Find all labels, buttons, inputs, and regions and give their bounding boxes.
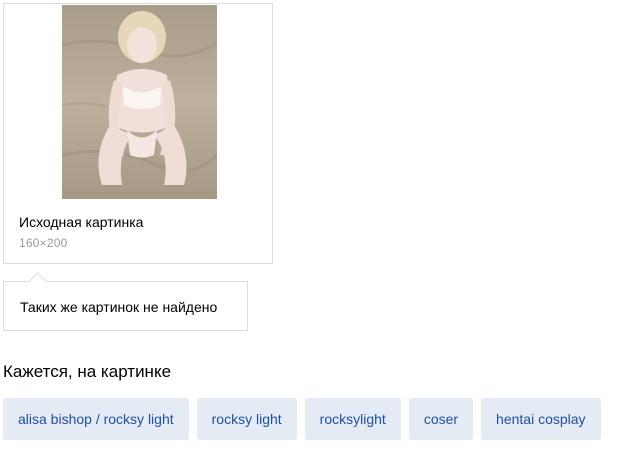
photo-placeholder: [62, 5, 217, 199]
similar-not-found-box: Таких же картинок не найдено: [3, 272, 248, 331]
source-image-size[interactable]: 160×200: [19, 236, 67, 250]
tag-coser[interactable]: coser: [408, 398, 474, 440]
tag-alisa-bishop-rocksy-light[interactable]: alisa bishop / rocksy light: [3, 398, 189, 440]
similar-not-found-message: Таких же картинок не найдено: [20, 299, 218, 315]
callout-pointer: [28, 272, 47, 291]
tags-list: alisa bishop / rocksy light rocksy light…: [3, 398, 601, 440]
source-image-thumbnail[interactable]: [62, 5, 217, 199]
tag-hentai-cosplay[interactable]: hentai cosplay: [481, 398, 601, 440]
source-image-title: Исходная картинка: [19, 214, 144, 230]
tag-rocksy-light[interactable]: rocksy light: [196, 398, 297, 440]
source-image-card: Исходная картинка 160×200: [3, 3, 273, 264]
tags-section-title: Кажется, на картинке: [3, 362, 172, 381]
tag-rocksylight[interactable]: rocksylight: [304, 398, 401, 440]
